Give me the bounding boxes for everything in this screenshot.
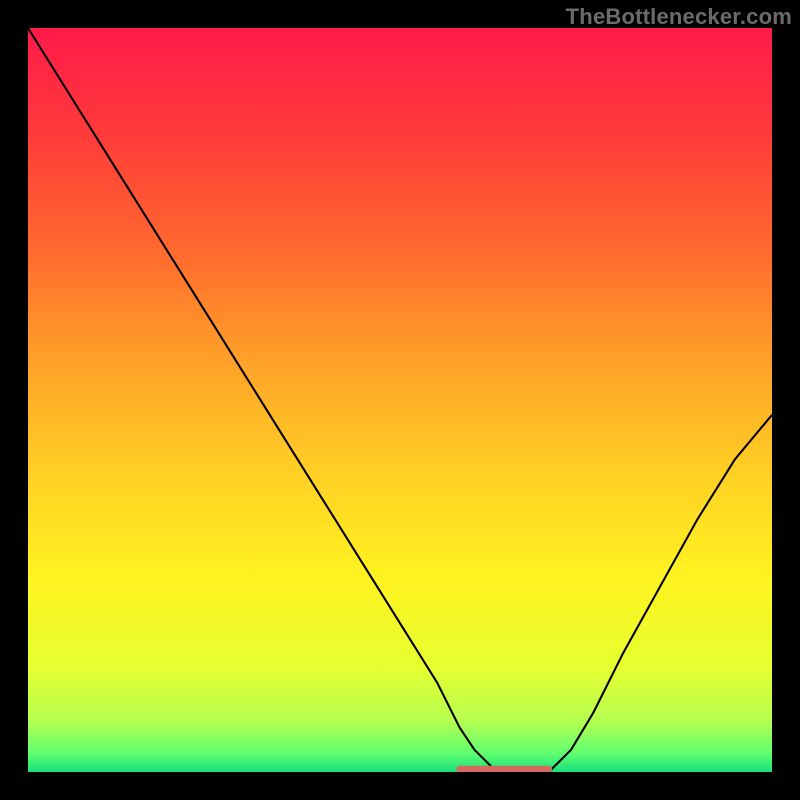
chart-frame: TheBottlenecker.com: [0, 0, 800, 800]
bottleneck-curve: [28, 28, 772, 772]
watermark-text: TheBottlenecker.com: [566, 4, 792, 30]
plot-area: [28, 28, 772, 772]
